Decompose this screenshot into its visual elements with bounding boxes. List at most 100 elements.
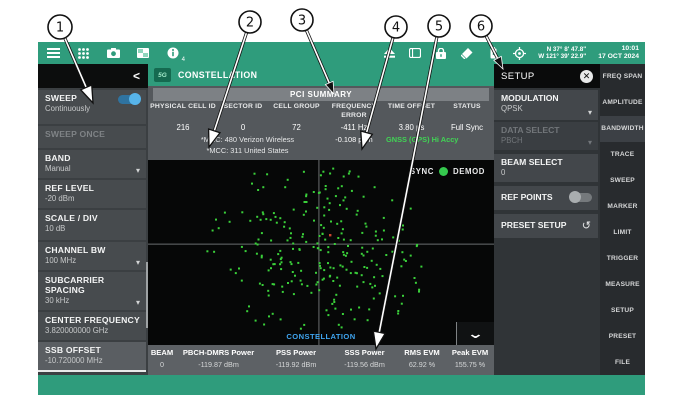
close-icon[interactable]: ✕ (580, 70, 593, 83)
display-layout-icon[interactable] (136, 47, 150, 60)
sweep-once-label: SWEEP ONCE (45, 129, 140, 139)
tag-icon[interactable] (460, 47, 474, 60)
sidebar-item-band[interactable]: BAND Manual ▾ (38, 150, 146, 178)
footer-bar (38, 375, 645, 395)
ref-points-toggle[interactable] (570, 193, 592, 202)
menu-item-preset[interactable]: PRESET (600, 323, 645, 349)
sidebar-item-center-frequency[interactable]: CENTER FREQUENCY 3.820000000 GHz (38, 312, 146, 340)
menu-item-measure[interactable]: MEASURE (600, 271, 645, 297)
setup-item-modulation[interactable]: MODULATION QPSK ▾ (494, 90, 598, 120)
modulation-label: MODULATION (501, 93, 592, 103)
sidebar-item-channel-bw[interactable]: CHANNEL BW 100 MHz ▾ (38, 242, 146, 270)
setup-item-data-select[interactable]: DATA SELECT PBCH ▾ (494, 122, 598, 150)
menu-item-sweep[interactable]: SWEEP (600, 168, 645, 194)
settings-sidebar: < SWEEP Continuously SWEEP ONCE BAND Man… (38, 64, 148, 375)
beam-value: 0 (148, 360, 176, 369)
sync-label: SYNC (410, 167, 434, 176)
lock-icon[interactable] (434, 47, 448, 60)
mnc-text: *MNC: 480 Verizon Wireless (160, 135, 335, 144)
subcarrier-spacing-label: SUBCARRIER SPACING (45, 275, 125, 295)
constellation-plot[interactable]: SYNC DEMOD CONSTELLATION ⌄ (148, 160, 494, 345)
chevron-down-icon: ▾ (136, 259, 140, 267)
setup-item-beam-select[interactable]: BEAM SELECT 0 (494, 154, 598, 182)
sidebar-item-subcarrier-spacing[interactable]: SUBCARRIER SPACING 30 kHz ▾ (38, 272, 146, 310)
col-header: RMS EVM (398, 348, 446, 357)
scale-div-value: 10 dB (45, 224, 140, 234)
sweep-toggle[interactable] (118, 95, 140, 104)
constellation-scatter (148, 160, 494, 345)
channel-bw-label: CHANNEL BW (45, 245, 140, 255)
band-value: Manual (45, 164, 140, 174)
ref-level-value: -20 dBm (45, 194, 140, 204)
info-icon[interactable]: 4 (166, 47, 180, 60)
svg-text:6: 6 (477, 20, 485, 35)
pci-summary-title: PCI SUMMARY (153, 88, 489, 101)
menu-item-trigger[interactable]: TRIGGER (600, 245, 645, 271)
svg-text:1: 1 (56, 21, 64, 36)
gps-lon: W 121° 39' 22.9" (538, 53, 586, 61)
col-header: PSS Power (261, 348, 331, 357)
clock: 10:01 17 OCT 2024 (598, 45, 639, 61)
setup-panel: SETUP ✕ MODULATION QPSK ▾ DATA SELECT PB… (494, 64, 600, 375)
setup-panel-title: SETUP (501, 71, 535, 82)
sidebar-item-scale-div[interactable]: SCALE / DIV 10 dB (38, 210, 146, 240)
menu-item-setup[interactable]: SETUP (600, 297, 645, 323)
sidebar-item-sweep-once[interactable]: SWEEP ONCE (38, 126, 146, 148)
menu-item-limit[interactable]: LIMIT (600, 220, 645, 246)
sidebar-item-sweep[interactable]: SWEEP Continuously (38, 90, 146, 124)
menu-item-trace[interactable]: TRACE (600, 142, 645, 168)
menu-item-file[interactable]: FILE (600, 349, 645, 375)
5g-badge-icon: 5G (154, 68, 171, 82)
col-header: Peak EVM (446, 348, 494, 357)
beam-select-label: BEAM SELECT (501, 157, 592, 167)
battery-icon[interactable] (486, 47, 500, 60)
band-label: BAND (45, 153, 140, 163)
chevron-down-icon: ▾ (136, 167, 140, 175)
notebook-icon[interactable] (408, 47, 422, 60)
beam-select-value: 0 (501, 168, 592, 178)
col-header: TIME OFFSET (383, 103, 440, 120)
demod-led-icon (439, 167, 448, 176)
gps-target-icon[interactable] (512, 47, 526, 60)
setup-item-preset-setup[interactable]: PRESET SETUP ↺ (494, 214, 598, 238)
time: 10:01 (598, 45, 639, 53)
ssb-offset-value: -10.720000 MHz (45, 356, 140, 366)
time-offset-value: 3.80 µs (383, 123, 440, 132)
setup-item-ref-points[interactable]: REF POINTS (494, 186, 598, 210)
data-select-value: PBCH (501, 136, 592, 146)
window-titlebar: 5G CONSTELLATION (148, 64, 494, 86)
sweep-value: Continuously (45, 104, 140, 114)
sync-demod-indicator: SYNC DEMOD (410, 167, 485, 176)
sss-power-value: -119.56 dBm (331, 360, 398, 369)
menu-item-marker[interactable]: MARKER (600, 194, 645, 220)
menu-item-bandwidth[interactable]: BANDWIDTH (600, 116, 645, 142)
eject-icon[interactable] (382, 47, 396, 60)
sidebar-item-ref-level[interactable]: REF LEVEL -20 dBm (38, 180, 146, 208)
sector-id-value: 0 (218, 123, 268, 132)
apps-grid-icon[interactable] (76, 47, 90, 60)
pci-summary-headers: PHYSICAL CELL ID SECTOR ID CELL GROUP FR… (148, 103, 494, 120)
measurement-values: 0 -119.87 dBm -119.92 dBm -119.56 dBm 62… (148, 360, 494, 369)
collapse-sidebar-button[interactable]: < (133, 68, 140, 84)
col-header: SECTOR ID (218, 103, 268, 120)
menu-icon[interactable] (46, 47, 60, 60)
col-header: CELL GROUP (268, 103, 325, 120)
menu-item-amplitude[interactable]: AMPLITUDE (600, 90, 645, 116)
chevron-down-icon: ▾ (588, 139, 592, 147)
analyzer-screen: 4 N 37° 8' 47.8" W 121 (38, 42, 645, 395)
center-frequency-value: 3.820000000 GHz (45, 326, 140, 336)
window-title: CONSTELLATION (178, 70, 257, 80)
frequency-error-value: -411 Hz (325, 123, 383, 132)
main-menu: FREQ SPAN AMPLITUDE BANDWIDTH TRACE SWEE… (600, 64, 645, 375)
sidebar-item-ssb-offset[interactable]: SSB OFFSET -10.720000 MHz (38, 342, 146, 372)
chevron-down-icon: ▾ (588, 109, 592, 117)
svg-text:5: 5 (435, 20, 443, 35)
pss-power-value: -119.92 dBm (261, 360, 331, 369)
menu-item-freq-span[interactable]: FREQ SPAN (600, 64, 645, 90)
camera-icon[interactable] (106, 47, 120, 60)
expand-results-button[interactable]: ⌄ (456, 322, 494, 345)
col-header: PHYSICAL CELL ID (148, 103, 218, 120)
plot-caption: CONSTELLATION (148, 332, 494, 341)
col-header: BEAM (148, 348, 176, 357)
measurement-headers: BEAM PBCH-DMRS Power PSS Power SSS Power… (148, 348, 494, 357)
